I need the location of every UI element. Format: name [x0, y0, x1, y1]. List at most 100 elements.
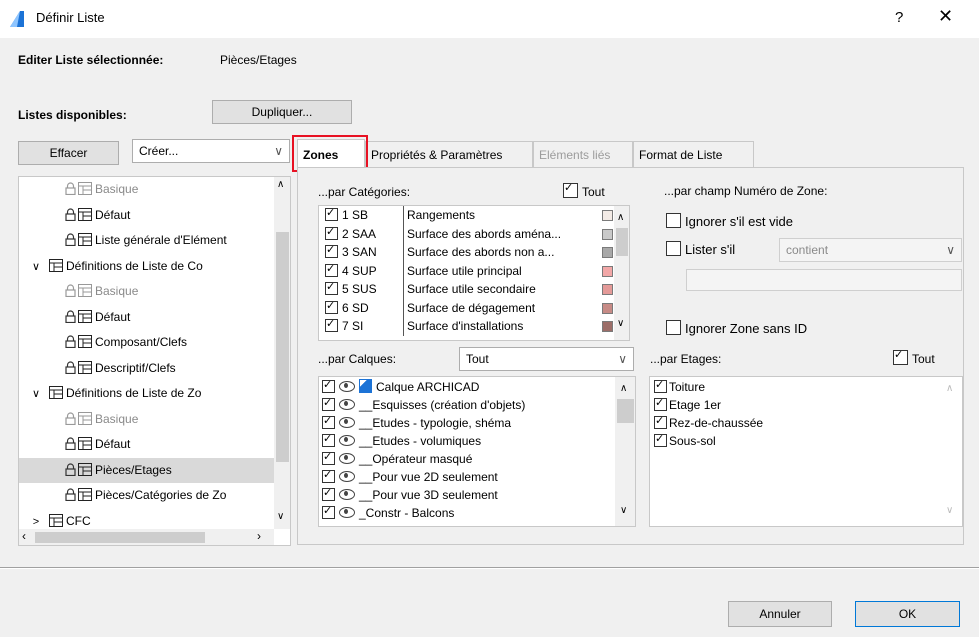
h-scroll-thumb[interactable]: [35, 532, 205, 543]
checkbox-icon[interactable]: [322, 504, 335, 519]
category-row[interactable]: 3 SAN Surface des abords non a...: [319, 243, 614, 262]
checkbox-icon[interactable]: [325, 280, 338, 295]
checkbox-icon[interactable]: [654, 432, 667, 447]
stories-all-checkbox[interactable]: Tout: [893, 348, 935, 366]
checkbox-icon[interactable]: [322, 486, 335, 501]
layer-row[interactable]: __Etudes - volumiques: [322, 432, 612, 450]
scroll-thumb[interactable]: [616, 228, 628, 256]
layer-row[interactable]: __Pour vue 3D seulement: [322, 486, 612, 504]
tree-horizontal-scrollbar[interactable]: ‹ ›: [19, 529, 274, 545]
checkbox-icon[interactable]: [893, 348, 908, 365]
category-row[interactable]: 4 SUP Surface utile principal: [319, 261, 614, 281]
categories-scrollbar[interactable]: ∧ ∨: [614, 206, 629, 340]
eye-icon[interactable]: [339, 453, 355, 464]
help-button[interactable]: ?: [895, 9, 903, 26]
close-button[interactable]: ✕: [938, 6, 953, 27]
ok-button[interactable]: OK: [855, 601, 960, 627]
layer-row[interactable]: __Pour vue 2D seulement: [322, 468, 612, 486]
eye-icon[interactable]: [339, 381, 355, 392]
story-row[interactable]: Toiture: [654, 378, 934, 396]
checkbox-icon[interactable]: [325, 317, 338, 332]
eye-icon[interactable]: [339, 471, 355, 482]
layer-row[interactable]: __Esquisses (création d'objets): [322, 396, 612, 414]
create-select[interactable]: Créer... ∨: [132, 139, 290, 163]
delete-button[interactable]: Effacer: [18, 141, 119, 165]
tree-item[interactable]: Défaut: [19, 203, 279, 229]
checkbox-icon[interactable]: [322, 450, 335, 465]
layers-filter-select[interactable]: Tout ∨: [459, 347, 634, 371]
checkbox-icon[interactable]: [325, 299, 338, 314]
tree-item[interactable]: Basique: [19, 407, 279, 433]
checkbox-icon[interactable]: [666, 320, 681, 335]
checkbox-icon[interactable]: [325, 243, 338, 258]
ignore-empty-checkbox[interactable]: Ignorer s'il est vide: [666, 213, 793, 229]
list-if-checkbox[interactable]: Lister s'il: [666, 241, 735, 257]
category-row[interactable]: 2 SAA Surface des abords aména...: [319, 224, 614, 244]
scroll-left-icon[interactable]: ‹: [22, 529, 26, 543]
tree-item[interactable]: Défaut: [19, 432, 279, 458]
list-definition-icon: [78, 434, 92, 450]
tree-item[interactable]: Basique: [19, 177, 279, 203]
tree-item[interactable]: Liste générale d'Elément: [19, 228, 279, 254]
checkbox-icon[interactable]: [666, 213, 681, 228]
tree-item[interactable]: Composant/Clefs: [19, 330, 279, 356]
checkbox-icon[interactable]: [325, 262, 338, 277]
category-row[interactable]: 7 SI Surface d'installations: [319, 317, 614, 336]
story-row[interactable]: Etage 1er: [654, 396, 934, 414]
category-color-swatch: [602, 284, 613, 295]
layer-row[interactable]: _Constr - Balcons: [322, 504, 612, 522]
checkbox-icon[interactable]: [654, 414, 667, 429]
window-title: Définir Liste: [36, 10, 105, 25]
checkbox-icon[interactable]: [322, 468, 335, 483]
tree-item[interactable]: ∨ Définitions de Liste de Co: [19, 254, 279, 280]
checkbox-icon[interactable]: [322, 378, 335, 393]
story-row[interactable]: Rez-de-chaussée: [654, 414, 934, 432]
layer-row[interactable]: Calque ARCHICAD: [322, 378, 612, 396]
tree-item[interactable]: Pièces/Catégories de Zo: [19, 483, 279, 509]
ignore-no-id-checkbox[interactable]: Ignorer Zone sans ID: [666, 320, 807, 336]
categories-all-checkbox[interactable]: Tout: [563, 181, 605, 199]
eye-icon[interactable]: [339, 435, 355, 446]
scroll-right-icon[interactable]: ›: [257, 529, 261, 543]
checkbox-icon[interactable]: [325, 206, 338, 221]
checkbox-icon[interactable]: [322, 396, 335, 411]
chevron-down-icon[interactable]: ∨: [29, 255, 43, 280]
checkbox-icon[interactable]: [322, 414, 335, 429]
eye-icon[interactable]: [339, 399, 355, 410]
layer-row[interactable]: __Opérateur masqué: [322, 450, 612, 468]
tree-item[interactable]: Descriptif/Clefs: [19, 356, 279, 382]
tab-properties[interactable]: Propriétés & Paramètres: [365, 141, 533, 167]
layers-scrollbar[interactable]: ∧ ∨: [615, 377, 635, 526]
scroll-up-icon[interactable]: ∧: [620, 383, 627, 394]
checkbox-icon[interactable]: [325, 225, 338, 240]
tree-vertical-scrollbar[interactable]: ∧ ∨: [274, 177, 290, 529]
eye-icon[interactable]: [339, 507, 355, 518]
checkbox-icon[interactable]: [563, 181, 578, 198]
tree-item[interactable]: ∨ Définitions de Liste de Zo: [19, 381, 279, 407]
chevron-down-icon[interactable]: ∨: [29, 382, 43, 407]
scroll-down-icon[interactable]: ∨: [277, 511, 284, 522]
story-row[interactable]: Sous-sol: [654, 432, 934, 450]
tree-item[interactable]: Pièces/Etages: [19, 457, 279, 483]
category-row[interactable]: 5 SUS Surface utile secondaire: [319, 280, 614, 299]
scroll-thumb[interactable]: [276, 232, 289, 462]
eye-icon[interactable]: [339, 489, 355, 500]
checkbox-icon[interactable]: [322, 432, 335, 447]
checkbox-icon[interactable]: [666, 241, 681, 256]
eye-icon[interactable]: [339, 417, 355, 428]
checkbox-icon[interactable]: [654, 378, 667, 393]
scroll-thumb[interactable]: [617, 399, 634, 423]
scroll-down-icon[interactable]: ∨: [620, 505, 627, 516]
tab-list-format[interactable]: Format de Liste: [633, 141, 754, 167]
tree-item[interactable]: Défaut: [19, 305, 279, 331]
category-row[interactable]: 1 SB Rangements: [319, 206, 614, 225]
scroll-up-icon[interactable]: ∧: [277, 179, 284, 190]
scroll-up-icon[interactable]: ∧: [617, 212, 624, 223]
tree-item[interactable]: Basique: [19, 279, 279, 305]
category-row[interactable]: 6 SD Surface de dégagement: [319, 298, 614, 318]
scroll-down-icon[interactable]: ∨: [617, 318, 624, 329]
layer-row[interactable]: __Etudes - typologie, shéma: [322, 414, 612, 432]
cancel-button[interactable]: Annuler: [728, 601, 832, 627]
checkbox-icon[interactable]: [654, 396, 667, 411]
duplicate-button[interactable]: Dupliquer...: [212, 100, 352, 124]
